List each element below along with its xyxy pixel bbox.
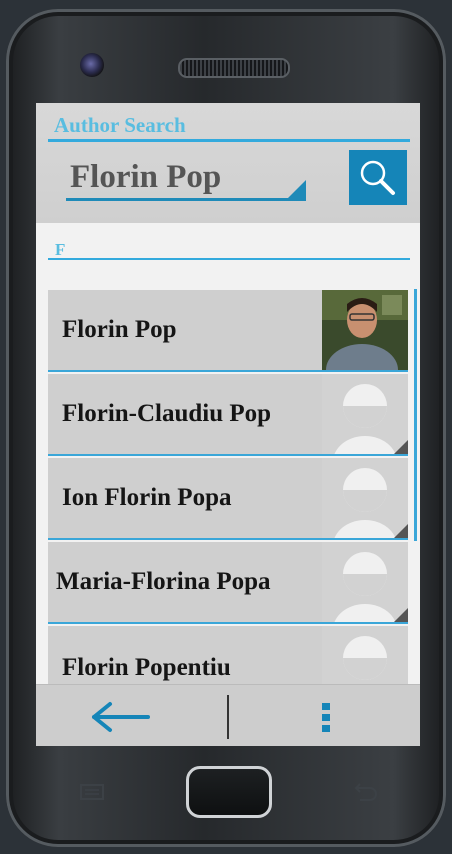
back-button[interactable]	[86, 699, 156, 735]
nav-divider	[227, 695, 229, 739]
author-list[interactable]: Florin Pop Florin-Claudiu Pop Ion Florin…	[48, 290, 410, 686]
bottom-action-bar	[36, 684, 420, 746]
placeholder-avatar-icon	[322, 542, 408, 622]
section-divider	[48, 258, 410, 260]
placeholder-avatar-icon	[322, 374, 408, 454]
author-name: Maria-Florina Popa	[56, 568, 271, 595]
title-divider	[48, 139, 410, 142]
list-scrollbar[interactable]	[414, 289, 417, 541]
app-screen: Author Search Florin Pop F Florin Pop Fl…	[36, 103, 420, 746]
back-arrow-icon	[92, 702, 150, 732]
hardware-menu-icon[interactable]	[80, 784, 104, 800]
overflow-menu-button[interactable]	[316, 699, 336, 735]
page-title: Author Search	[54, 113, 186, 137]
corner-indicator	[394, 524, 408, 538]
author-search-field[interactable]: Florin Pop	[66, 155, 306, 201]
home-button[interactable]	[186, 766, 272, 818]
author-name: Florin-Claudiu Pop	[62, 400, 272, 427]
section-header: F	[48, 236, 410, 260]
placeholder-avatar-icon	[322, 626, 408, 686]
author-photo	[322, 290, 408, 370]
section-letter: F	[55, 240, 66, 259]
author-row[interactable]: Florin Pop	[48, 290, 408, 372]
earpiece-speaker	[178, 58, 290, 78]
dropdown-indicator-icon[interactable]	[288, 180, 306, 198]
corner-indicator	[394, 608, 408, 622]
front-camera	[80, 53, 104, 77]
author-row[interactable]: Florin Popentiu	[48, 626, 408, 686]
author-row[interactable]: Florin-Claudiu Pop	[48, 374, 408, 456]
author-photo-image	[322, 290, 408, 370]
corner-indicator	[394, 440, 408, 454]
author-name: Florin Popentiu	[62, 654, 231, 681]
search-input-value[interactable]: Florin Pop	[70, 159, 221, 196]
search-header: Author Search Florin Pop	[36, 103, 420, 223]
overflow-menu-icon	[322, 703, 330, 732]
hardware-back-icon[interactable]	[350, 782, 378, 802]
author-row[interactable]: Maria-Florina Popa	[48, 542, 408, 624]
search-underline	[66, 198, 306, 201]
placeholder-avatar-icon	[322, 458, 408, 538]
search-icon	[360, 160, 395, 195]
author-name: Florin Pop	[62, 316, 177, 343]
search-button[interactable]	[349, 150, 407, 205]
author-name: Ion Florin Popa	[62, 484, 232, 511]
author-row[interactable]: Ion Florin Popa	[48, 458, 408, 540]
